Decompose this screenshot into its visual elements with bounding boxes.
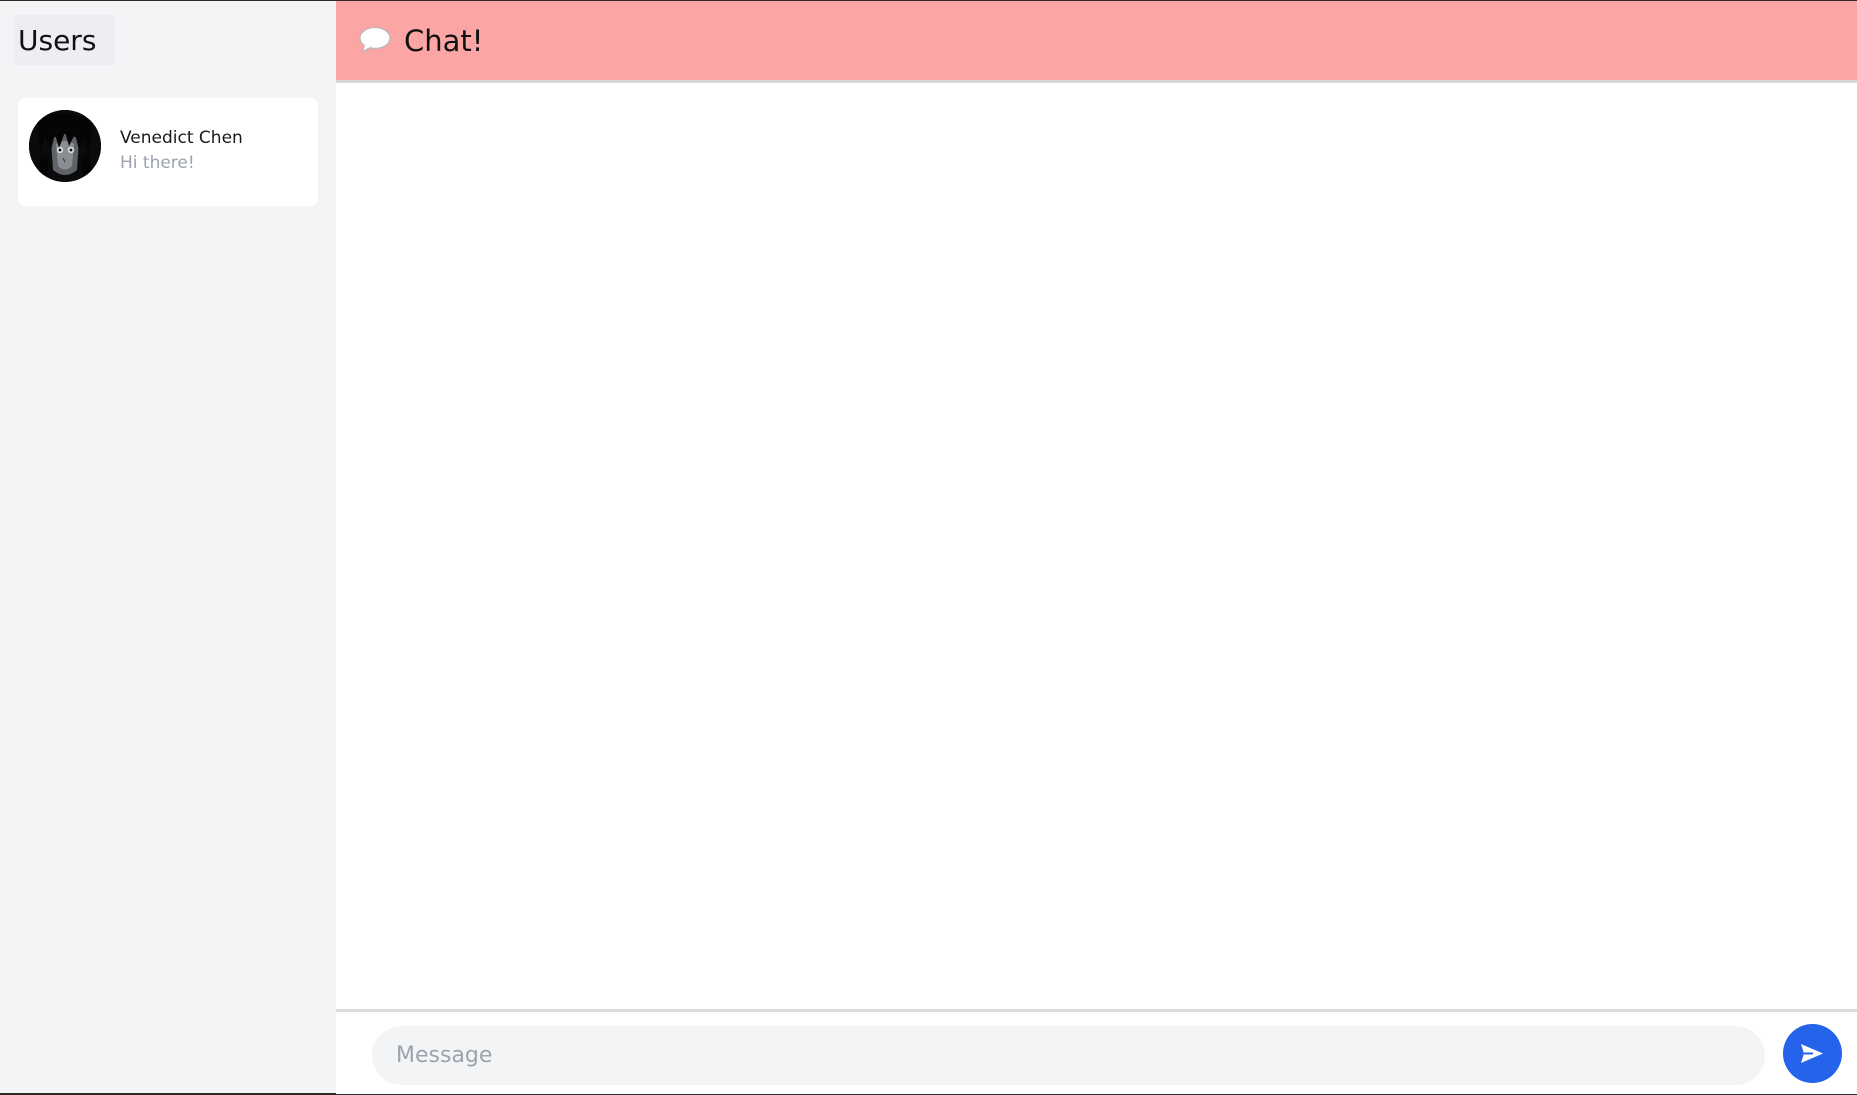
- send-button[interactable]: [1783, 1024, 1842, 1083]
- chat-header: Chat!: [336, 1, 1857, 83]
- message-list[interactable]: [336, 83, 1857, 1009]
- chat-panel: Chat!: [336, 1, 1857, 1094]
- chat-bubble-icon: [358, 25, 392, 55]
- user-name: Venedict Chen: [120, 128, 243, 148]
- sidebar-title: Users: [14, 15, 115, 65]
- send-icon: [1801, 1044, 1823, 1063]
- last-message-preview: Hi there!: [120, 153, 195, 173]
- user-list-item[interactable]: Venedict Chen Hi there!: [18, 98, 318, 206]
- avatar: [29, 110, 101, 182]
- message-composer: [336, 1009, 1857, 1094]
- chat-title: Chat!: [404, 24, 484, 58]
- users-sidebar: Users Venedict Chen Hi there!: [0, 1, 336, 1093]
- message-input[interactable]: [372, 1026, 1765, 1085]
- chat-app: Users Venedict Chen Hi there! Chat! Mess…: [0, 0, 1857, 1095]
